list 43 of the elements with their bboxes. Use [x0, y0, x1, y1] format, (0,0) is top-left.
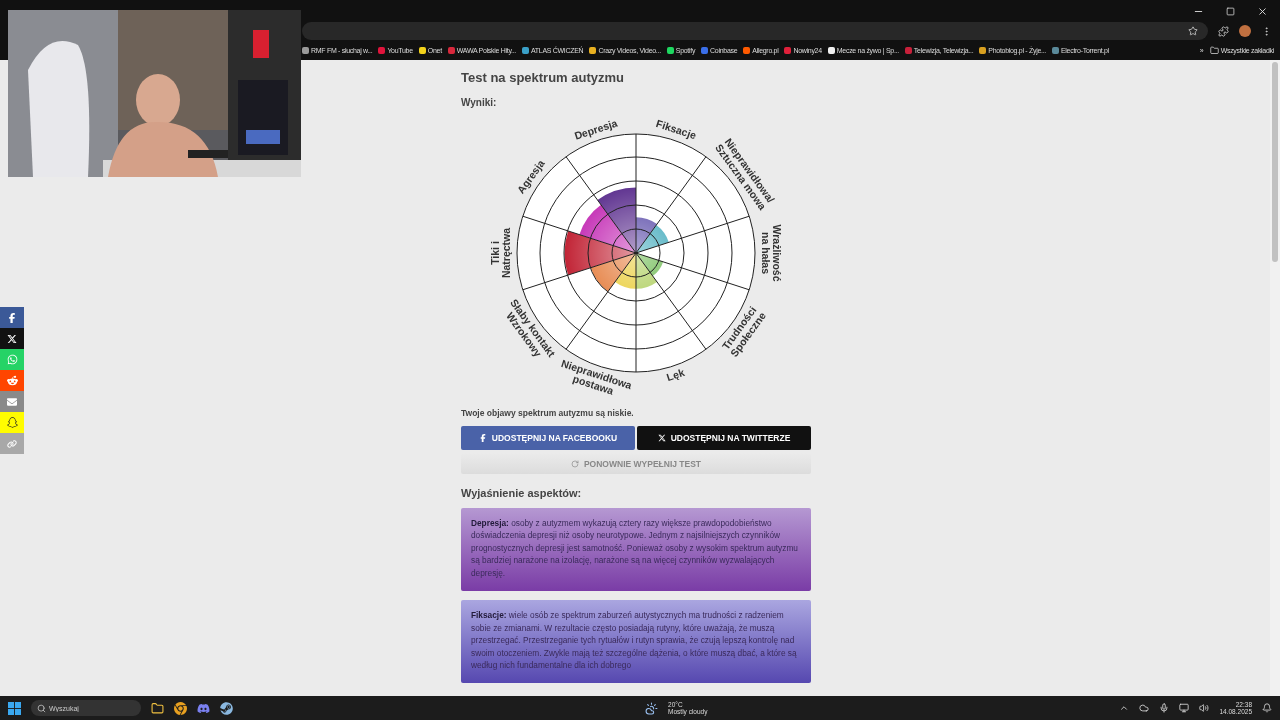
scrollbar[interactable] [1270, 60, 1280, 696]
share-button[interactable] [0, 307, 24, 328]
axis-label: Wrażliwość na hałas [759, 224, 783, 282]
facebook-icon [478, 434, 487, 442]
cloud-icon[interactable] [1139, 703, 1150, 713]
twitter-share-button[interactable]: UDOSTĘPNIJ NA TWITTERZE [637, 426, 811, 450]
ghost-icon [6, 417, 18, 428]
share-button[interactable] [0, 328, 24, 349]
page-title: Test na spektrum autyzmu [461, 70, 626, 85]
x-icon [7, 333, 17, 344]
search-icon [37, 704, 46, 713]
facebook-share-button[interactable]: UDOSTĘPNIJ NA FACEBOOKU [461, 426, 635, 450]
profile-avatar[interactable] [1239, 25, 1251, 37]
puzzle-icon[interactable] [1218, 25, 1229, 37]
windows-start-icon[interactable] [8, 701, 21, 715]
star-icon[interactable] [1188, 26, 1198, 36]
section-heading: Wyjaśnienie aspektów: [461, 487, 583, 499]
x-icon [657, 434, 666, 442]
facebook-icon [7, 312, 17, 323]
speaker-icon[interactable] [1199, 703, 1210, 713]
envelope-icon [7, 396, 17, 407]
maximize-icon[interactable] [1226, 6, 1235, 16]
axis-label: Tiki i Natręctwa [489, 227, 513, 279]
close-icon[interactable] [1257, 5, 1268, 17]
chrome-icon[interactable] [174, 701, 187, 715]
results-label: Wyniki: [461, 97, 498, 108]
chevron-up-icon[interactable] [1119, 703, 1130, 713]
result-summary: Twoje objawy spektrum autyzmu są niskie. [461, 408, 635, 418]
link-icon [7, 438, 17, 449]
steam-icon[interactable] [220, 701, 233, 715]
explanation-text: Fiksacje: wiele osób ze spektrum zaburzeń autystycznych ma trudności z radzeniem sobie ze zmianami. W rezultacie często posiadają rutyny, które uważają, że muszą przestrzegać. Przestrzeganie tych rytuałów i rutyn sprawia, że czują lepszą kontrolę nad swoim otoczeniem. Zwykle mają też szczególne dążenia, o które muszą dbać, a które są według nich fundamentalne dla ich dobrego [471, 610, 797, 670]
refresh-icon [570, 459, 579, 468]
folder-icon [1209, 45, 1219, 55]
notification-icon[interactable] [1262, 703, 1272, 713]
discord-icon[interactable] [197, 701, 210, 715]
axis-label: Lęk [665, 366, 686, 384]
whatsapp-icon [6, 354, 18, 365]
monitor-icon[interactable] [1179, 703, 1190, 713]
folder-icon[interactable] [151, 701, 164, 715]
reddit-icon [6, 375, 18, 386]
explanation-text: Depresja: osoby z autyzmem wykazują cztery razy większe prawdopodobieństwo doświadczenia depresji niż osoby neurotypowe. Jednym z najsilniejszych czynników prognostycznych depresji jest samotność. Ponieważ osoby z wysokim spektrum autyzmu są bardziej narażone na izolację, narażone są na więcej czynników wyzwalających depresję. [471, 518, 798, 578]
weather-icon[interactable] [645, 701, 659, 715]
microphone-icon[interactable] [1159, 703, 1170, 713]
